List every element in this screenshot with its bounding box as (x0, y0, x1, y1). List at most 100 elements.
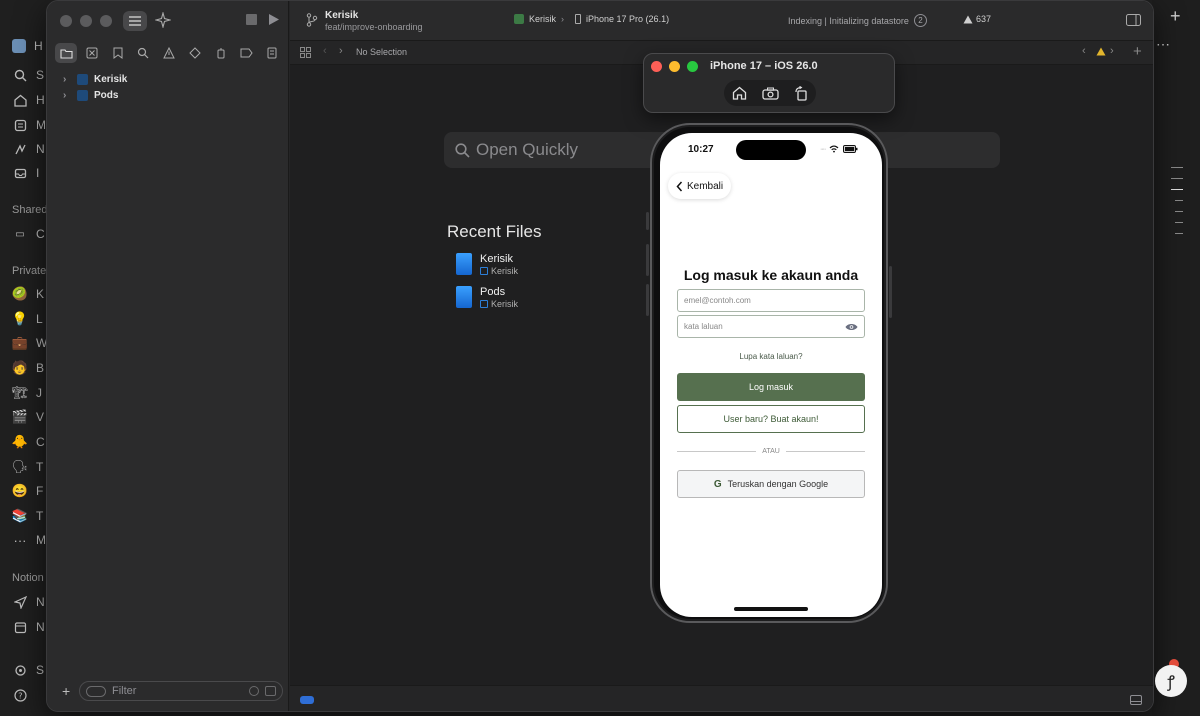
sidebar-item-more[interactable]: ··· M (12, 530, 47, 550)
eye-icon[interactable] (845, 323, 858, 331)
sidebar-item-notion[interactable]: N (12, 592, 45, 612)
google-icon: G (713, 478, 722, 490)
outline-line (1175, 211, 1183, 212)
tab-issues[interactable] (158, 43, 180, 63)
signup-button[interactable]: User baru? Buat akaun! (677, 405, 865, 433)
inbox-icon (12, 165, 28, 181)
sidebar-item-inbox[interactable]: I (12, 163, 39, 183)
simulator-close-button[interactable] (651, 61, 662, 72)
password-placeholder: kata laluan (684, 322, 723, 331)
outline-line (1171, 189, 1183, 190)
recent-file[interactable]: Kerisik Kerisik (456, 253, 518, 276)
tab-find[interactable] (132, 43, 154, 63)
bookmark-icon (113, 47, 122, 59)
chevron-right-icon[interactable]: › (63, 90, 71, 101)
sidebar-item-search[interactable]: S (12, 65, 44, 85)
minimize-button[interactable] (80, 15, 92, 27)
sidebar-item-private[interactable]: 🎬 V (12, 407, 44, 427)
run-button[interactable] (268, 13, 280, 26)
more-icon[interactable]: ⋯ (1156, 36, 1170, 53)
warnings-indicator[interactable]: 637 (963, 14, 991, 24)
rotate-button[interactable] (794, 85, 808, 101)
tab-tests[interactable] (184, 43, 206, 63)
volume-down-button (646, 284, 649, 316)
tab-bookmarks[interactable] (107, 43, 129, 63)
sidebar-item-home[interactable]: H (12, 90, 45, 110)
sidebar-item-private[interactable]: 😄 F (12, 481, 43, 501)
tab-source-control[interactable] (81, 43, 103, 63)
tab-breakpoints[interactable] (235, 43, 257, 63)
sidebar-item-private[interactable]: 🐥 C (12, 432, 45, 452)
add-file-button[interactable]: + (62, 683, 70, 699)
sidebar-item-ai[interactable]: N (12, 139, 45, 159)
simulator-minimize-button[interactable] (669, 61, 680, 72)
sparkle-icon[interactable] (155, 12, 171, 28)
home-button[interactable] (732, 86, 747, 100)
source-filter-icon[interactable] (265, 686, 276, 696)
toolbar: Kerisik feat/improve-onboarding Kerisik … (246, 1, 1153, 41)
sidebar-item-meetings[interactable]: M (12, 115, 46, 135)
stop-button[interactable] (246, 14, 257, 25)
email-field[interactable]: emel@contoh.com (677, 289, 865, 312)
sidebar-item-private[interactable]: 🧑 B (12, 358, 44, 378)
debug-area-toggle[interactable] (1130, 695, 1142, 705)
tree-item-label: Pods (94, 89, 119, 101)
tab-project-navigator[interactable] (55, 43, 77, 63)
sidebar-item-shared[interactable]: ▭ C (12, 224, 45, 244)
sidebar-item-private[interactable]: 💡 L (12, 309, 43, 329)
recent-file-name: Kerisik (480, 253, 514, 265)
xcode-project-icon (456, 286, 472, 308)
activity-count-badge[interactable]: 2 (913, 14, 927, 27)
sidebar-item-private[interactable]: 🥝 K (12, 284, 44, 304)
recent-file[interactable]: Pods Kerisik (456, 286, 518, 309)
sidebar-item-label: C (36, 227, 45, 241)
warning-icon[interactable] (1096, 47, 1106, 56)
emoji-icon: 💡 (11, 311, 29, 326)
tree-item[interactable]: › Kerisik (63, 71, 127, 87)
filter-status-icon[interactable] (300, 696, 314, 704)
recent-filter-icon[interactable] (249, 686, 259, 696)
simulator-zoom-button[interactable] (687, 61, 698, 72)
google-signin-button[interactable]: G Teruskan dengan Google (677, 470, 865, 498)
screenshot-button[interactable] (762, 87, 779, 100)
tree-item[interactable]: › Pods (63, 87, 118, 103)
forgot-password-link[interactable]: Lupa kata laluan? (660, 352, 882, 361)
sidebar-item-private[interactable]: 🏗 J (12, 383, 42, 403)
sidebar-item-private[interactable]: 🗣 T (12, 457, 44, 477)
new-tab-icon[interactable]: + (1170, 6, 1181, 27)
assistant-avatar[interactable]: ꝭ (1155, 665, 1187, 697)
filter-field[interactable]: Filter (79, 681, 283, 701)
login-button[interactable]: Log masuk (677, 373, 865, 401)
chevron-right-icon[interactable]: › (63, 74, 71, 85)
tab-reports[interactable] (261, 43, 283, 63)
email-placeholder: emel@contoh.com (684, 296, 751, 305)
related-items-icon[interactable] (300, 47, 311, 58)
sidebar-item-private[interactable]: 💼 W (12, 333, 47, 353)
scheme-selector[interactable]: Kerisik › iPhone 17 Pro (26.1) (514, 14, 669, 24)
zoom-button[interactable] (100, 15, 112, 27)
forward-arrow-icon[interactable]: › (339, 45, 343, 57)
send-icon (12, 594, 28, 610)
close-button[interactable] (60, 15, 72, 27)
tab-debug[interactable] (210, 43, 232, 63)
sidebar-item-label: J (36, 386, 42, 400)
sidebar-item-label: S (36, 68, 45, 82)
next-issue-icon[interactable]: › (1110, 45, 1114, 57)
inspector-toggle-button[interactable] (1126, 14, 1141, 26)
navigator-toggle-button[interactable] (123, 11, 147, 31)
action-button (646, 212, 649, 230)
sidebar-item-notion[interactable]: N (12, 617, 45, 637)
password-field[interactable]: kata laluan (677, 315, 865, 338)
prev-issue-icon[interactable]: ‹ (1082, 45, 1086, 57)
sidebar-item-settings[interactable]: S (12, 660, 44, 680)
workspace-switcher[interactable]: H (12, 36, 43, 56)
back-arrow-icon[interactable]: ‹ (323, 45, 327, 57)
sidebar-item-private[interactable]: 📚 T (12, 506, 43, 526)
emoji-icon: 🎬 (11, 409, 29, 424)
help-row[interactable]: ? (12, 685, 28, 705)
add-editor-icon[interactable]: + (1133, 43, 1142, 60)
calendar-icon (12, 619, 28, 635)
filter-options-icon[interactable] (86, 685, 106, 697)
tree-item-label: Kerisik (94, 73, 128, 85)
back-button[interactable]: Kembali (668, 173, 732, 199)
